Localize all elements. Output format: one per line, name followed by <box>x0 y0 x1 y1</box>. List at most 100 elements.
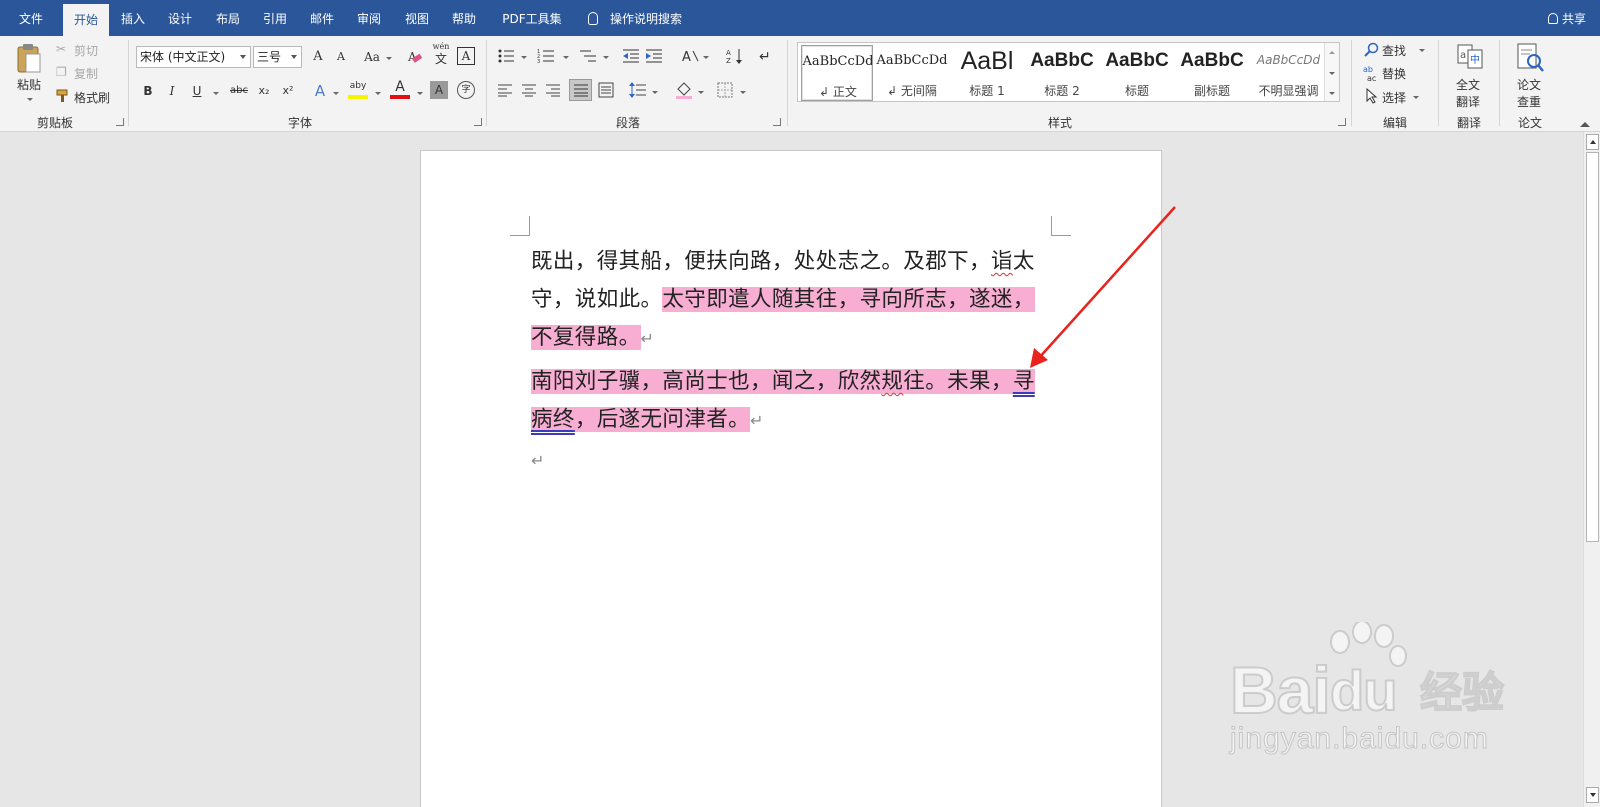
line-spacing-dropdown-icon[interactable] <box>652 91 658 94</box>
tab-mailings[interactable]: 邮件 <box>301 0 343 36</box>
scroll-down-button[interactable] <box>1586 787 1599 803</box>
change-case-dropdown-icon[interactable] <box>386 57 392 60</box>
tab-view[interactable]: 视图 <box>396 0 438 36</box>
decrease-indent-icon[interactable] <box>622 48 640 64</box>
tab-home[interactable]: 开始 <box>63 4 109 36</box>
style-name-text: 副标题 <box>1193 84 1230 98</box>
select-dropdown-icon[interactable] <box>1413 96 1419 99</box>
style-no-spacing[interactable]: AaBbCcDd ↲ 无间隔 <box>876 45 948 101</box>
styles-gallery-scroll[interactable] <box>1324 43 1339 101</box>
paste-button[interactable]: 粘贴 <box>17 76 41 93</box>
multilevel-dropdown-icon[interactable] <box>603 56 609 59</box>
align-left-icon[interactable] <box>497 83 513 97</box>
highlight-dropdown-icon[interactable] <box>375 92 381 95</box>
align-center-icon[interactable] <box>521 83 537 97</box>
distributed-icon[interactable] <box>598 82 614 98</box>
increase-indent-icon[interactable] <box>645 48 663 64</box>
tab-file[interactable]: 文件 <box>10 0 52 36</box>
italic-button[interactable]: I <box>162 81 182 101</box>
style-heading-1[interactable]: AaBl 标题 1 <box>951 45 1023 101</box>
bold-button[interactable]: B <box>138 81 158 101</box>
scroll-thumb[interactable] <box>1586 152 1599 542</box>
style-heading-2[interactable]: AaBbC 标题 2 <box>1026 45 1098 101</box>
borders-dropdown-icon[interactable] <box>740 91 746 94</box>
text-effects-dropdown-icon[interactable] <box>333 92 339 95</box>
strikethrough-button[interactable]: abc <box>228 81 250 101</box>
style-subtle-emphasis[interactable]: AaBbCcDd 不明显强调 <box>1251 45 1326 101</box>
tell-me-search[interactable]: 操作说明搜索 <box>588 0 682 36</box>
align-right-icon[interactable] <box>545 83 561 97</box>
clear-formatting-icon[interactable]: A <box>407 49 423 65</box>
bullets-icon[interactable] <box>497 48 515 64</box>
change-case-button[interactable]: Aa <box>361 47 383 67</box>
numbering-icon[interactable]: 123 <box>537 48 555 64</box>
tab-pdf-tools[interactable]: PDF工具集 <box>492 0 572 36</box>
highlight-button[interactable]: aby <box>348 79 368 99</box>
line-spacing-icon[interactable] <box>629 82 647 98</box>
clipboard-launcher-icon[interactable] <box>116 118 124 126</box>
find-button[interactable]: 查找 <box>1382 42 1406 59</box>
sort-icon[interactable]: AZ <box>726 47 744 65</box>
show-marks-icon[interactable]: ↵ <box>757 47 773 65</box>
cut-button[interactable]: 剪切 <box>74 42 98 59</box>
more-styles-icon[interactable] <box>1329 92 1335 95</box>
grow-font-button[interactable]: A <box>308 47 328 67</box>
character-shading-button[interactable]: A <box>430 81 448 99</box>
phonetic-guide-button[interactable]: wén 文 <box>430 42 452 66</box>
underline-button[interactable]: U <box>187 81 207 101</box>
shading-icon[interactable] <box>675 80 693 100</box>
paragraph-mark-icon: ↵ <box>640 329 655 348</box>
replace-button[interactable]: 替换 <box>1382 65 1406 82</box>
collapse-ribbon-icon[interactable] <box>1580 122 1590 127</box>
select-button[interactable]: 选择 <box>1382 89 1406 106</box>
asian-layout-dropdown-icon[interactable] <box>703 56 709 59</box>
character-border-button[interactable]: A <box>457 47 475 65</box>
font-size-select[interactable]: 三号 <box>253 46 302 68</box>
style-subtitle[interactable]: AaBbC 副标题 <box>1176 45 1248 101</box>
numbering-dropdown-icon[interactable] <box>563 56 569 59</box>
borders-icon[interactable] <box>717 82 733 98</box>
tab-layout[interactable]: 布局 <box>207 0 249 36</box>
shrink-font-button[interactable]: A <box>331 47 351 67</box>
shading-dropdown-icon[interactable] <box>698 91 704 94</box>
font-color-button[interactable]: A <box>390 79 410 99</box>
subscript-button[interactable]: x₂ <box>254 81 274 101</box>
font-name-select[interactable]: 宋体 (中文正文) <box>136 46 251 68</box>
paper-check-button[interactable]: 论文 查重 <box>1517 76 1541 110</box>
style-name: ↲ 无间隔 <box>887 84 937 98</box>
style-title[interactable]: AaBbC 标题 <box>1101 45 1173 101</box>
svg-text:A: A <box>726 49 731 57</box>
tab-design[interactable]: 设计 <box>159 0 201 36</box>
format-painter-button[interactable]: 格式刷 <box>74 89 110 106</box>
translate-icon: a 中 <box>1457 44 1483 69</box>
vertical-scrollbar[interactable] <box>1583 132 1600 807</box>
tab-references[interactable]: 引用 <box>254 0 296 36</box>
font-color-dropdown-icon[interactable] <box>417 92 423 95</box>
text-effects-button[interactable]: A <box>310 81 330 101</box>
superscript-button[interactable]: x² <box>278 81 298 101</box>
multilevel-list-icon[interactable] <box>579 48 597 64</box>
enclose-characters-button[interactable]: 字 <box>457 81 475 99</box>
justify-icon <box>574 84 588 97</box>
chevron-up-icon[interactable] <box>1329 51 1335 54</box>
justify-button[interactable] <box>569 79 592 101</box>
text-line: 守，说如此。太守即遣人随其往，寻向所志，遂迷， <box>531 281 1035 319</box>
underline-dropdown-icon[interactable] <box>213 92 219 95</box>
person-icon <box>1547 13 1558 24</box>
find-dropdown-icon[interactable] <box>1419 49 1425 52</box>
tab-help[interactable]: 帮助 <box>443 0 485 36</box>
copy-button[interactable]: 复制 <box>74 65 98 82</box>
tab-insert[interactable]: 插入 <box>112 0 154 36</box>
full-translate-button[interactable]: 全文 翻译 <box>1456 76 1480 110</box>
font-launcher-icon[interactable] <box>474 118 482 126</box>
chevron-down-icon[interactable] <box>1329 72 1335 75</box>
bullets-dropdown-icon[interactable] <box>521 56 527 59</box>
styles-launcher-icon[interactable] <box>1338 118 1346 126</box>
paste-dropdown-icon[interactable] <box>27 98 33 101</box>
asian-layout-icon[interactable]: A <box>681 47 699 65</box>
tab-review[interactable]: 审阅 <box>348 0 390 36</box>
paragraph-launcher-icon[interactable] <box>773 118 781 126</box>
style-normal[interactable]: AaBbCcDd ↲ 正文 <box>801 45 873 101</box>
scroll-up-button[interactable] <box>1586 134 1599 150</box>
share-button[interactable]: 共享 <box>1547 0 1586 36</box>
